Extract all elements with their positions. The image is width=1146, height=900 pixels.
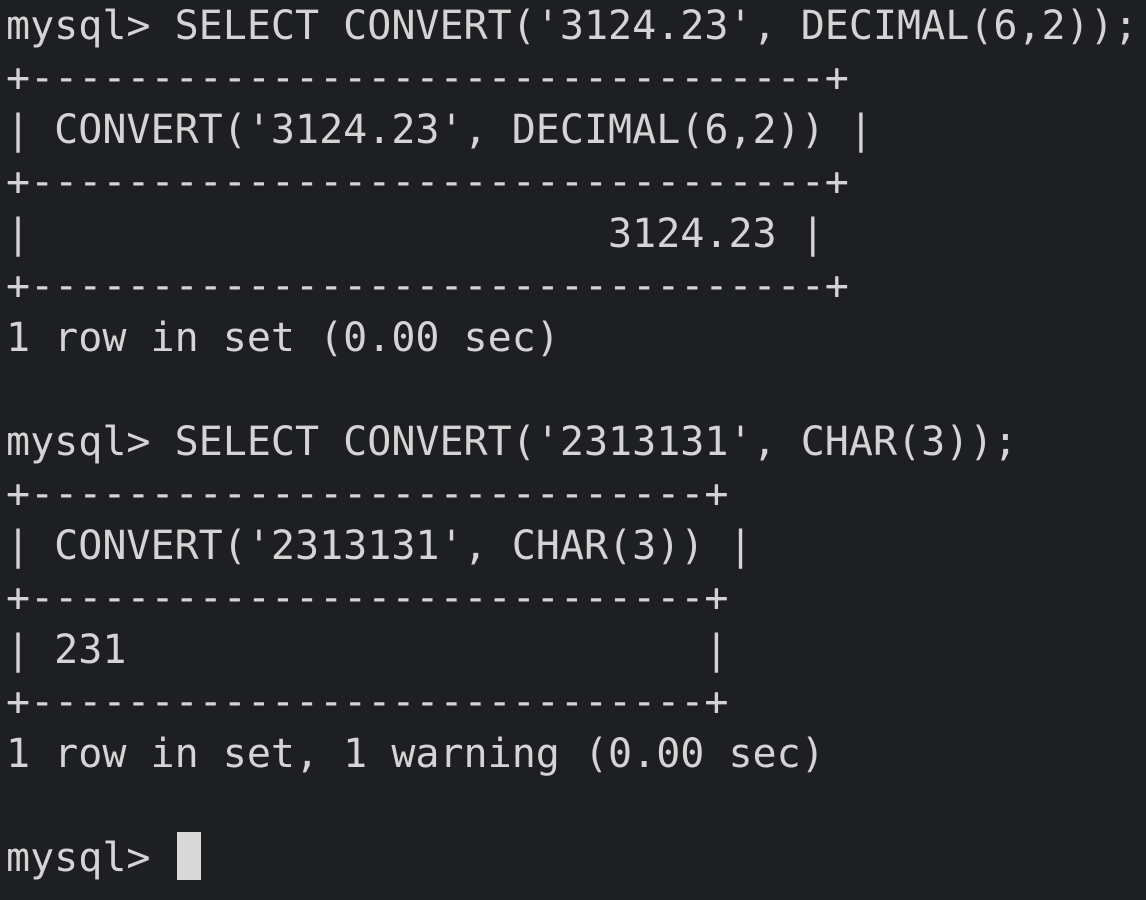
query-2-status: 1 row in set, 1 warning (0.00 sec) [6,731,825,777]
table-1-header: | CONVERT('3124.23', DECIMAL(6,2)) | [6,107,873,153]
query-1-command: mysql> SELECT CONVERT('3124.23', DECIMAL… [6,3,1138,49]
query-1-status: 1 row in set (0.00 sec) [6,315,560,361]
table-1-border-bot: +---------------------------------+ [6,263,849,309]
query-2-command: mysql> SELECT CONVERT('2313131', CHAR(3)… [6,419,1018,465]
terminal-window[interactable]: mysql> SELECT CONVERT('3124.23', DECIMAL… [0,0,1146,900]
table-1-border-mid: +---------------------------------+ [6,159,849,205]
table-2-border-mid: +----------------------------+ [6,575,729,621]
prompt-line[interactable]: mysql> [6,832,201,884]
table-2-header: | CONVERT('2313131', CHAR(3)) | [6,523,753,569]
text-cursor [176,832,201,880]
table-1-border-top: +---------------------------------+ [6,55,849,101]
table-2-border-top: +----------------------------+ [6,471,729,517]
table-2-border-bot: +----------------------------+ [6,679,729,725]
table-1-row: | 3124.23 | [6,211,825,257]
table-2-row: | 231 | [6,627,729,673]
prompt: mysql> [6,835,175,881]
